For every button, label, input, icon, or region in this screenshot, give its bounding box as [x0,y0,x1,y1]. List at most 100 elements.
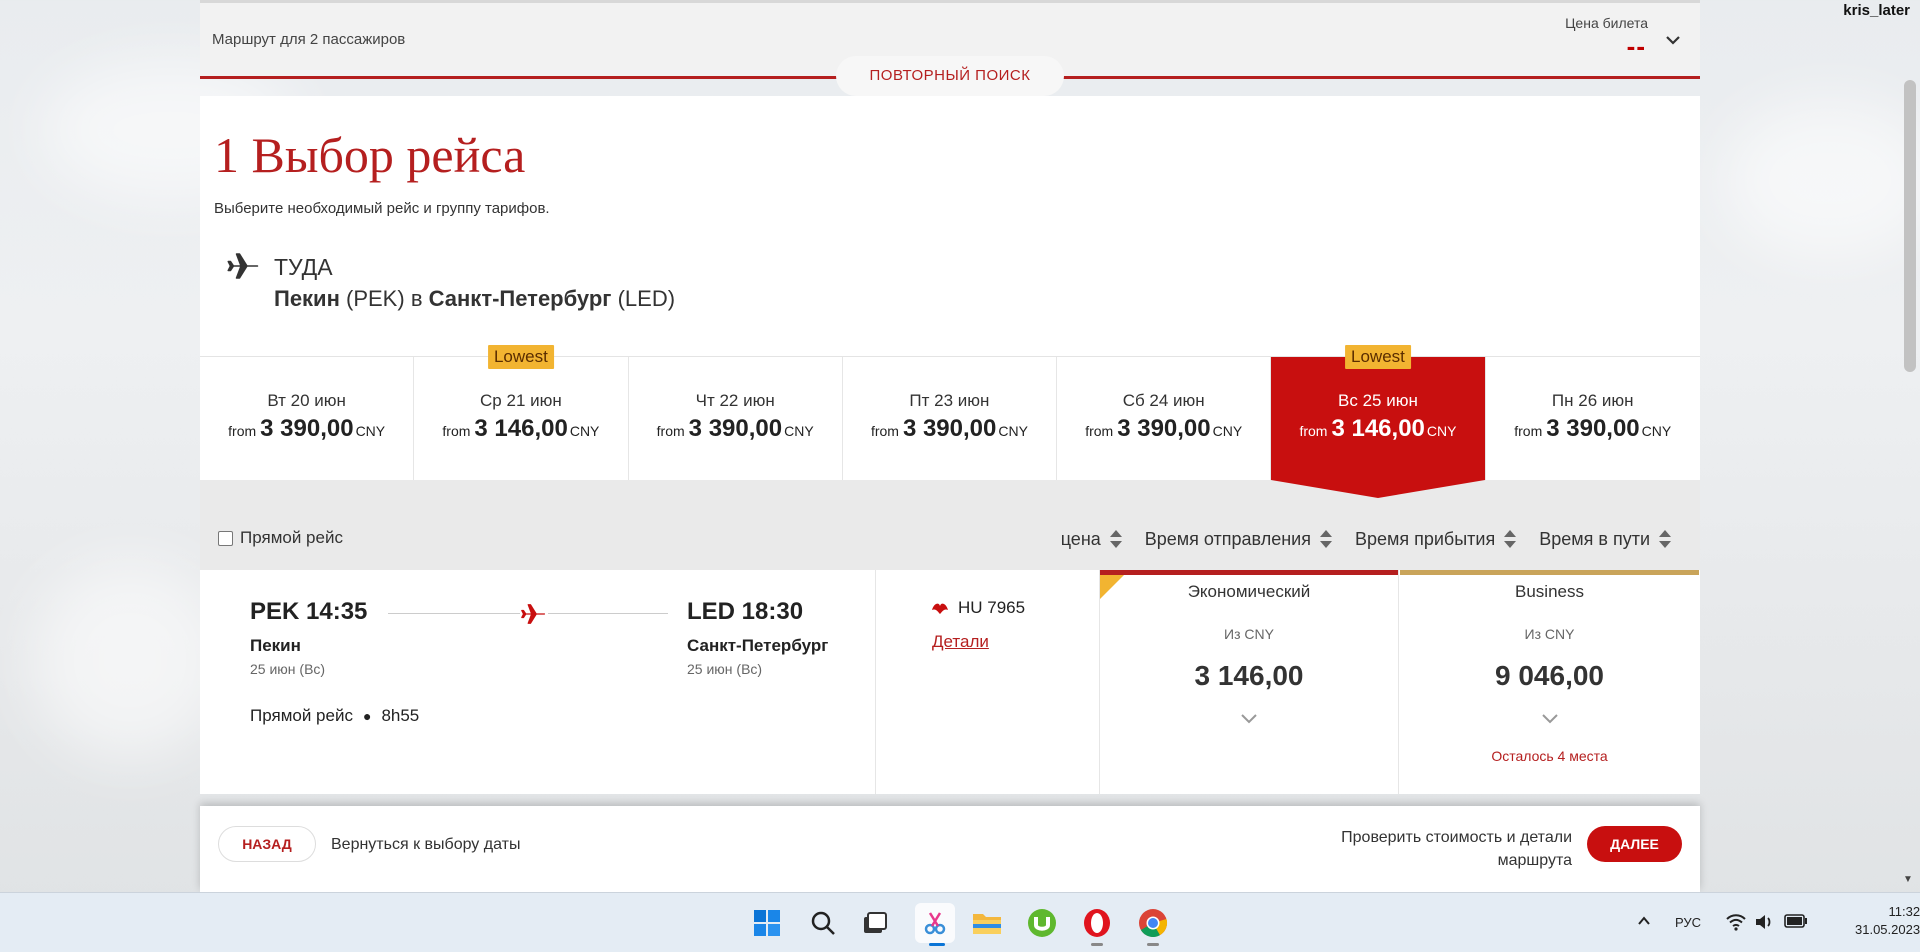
chevron-up-icon[interactable] [1636,913,1652,929]
date-option-2[interactable]: Чт 22 июн from 3 390,00 CNY [629,357,843,481]
fare-business[interactable]: Business Из CNY 9 046,00 Осталось 4 мест… [1400,570,1699,794]
page-subtitle: Выберите необходимый рейс и группу тариф… [214,200,550,217]
file-explorer-icon[interactable] [971,907,1003,939]
carrier-info: HU 7965 [930,598,1025,618]
price-currency: CNY [355,423,386,439]
arrival-time: LED 18:30 [687,598,804,625]
ticket-price-value: -- [1626,31,1646,61]
date-label: Пн 26 июн [1551,391,1634,410]
utorrent-icon[interactable] [1026,907,1058,939]
date-label: Вс 25 июн [1338,391,1418,410]
price-amount: 3 146,00 [474,415,568,442]
price-currency: CNY [1212,423,1243,439]
fare-color-bar [1100,570,1398,575]
date-price: from 3 146,00 CNY [1271,415,1484,443]
date-price: from 3 146,00 CNY [414,415,627,443]
direct-flight-text: Прямой рейс [250,706,353,725]
direct-flight-checkbox[interactable]: Прямой рейс [218,528,343,548]
next-button[interactable]: ДАЛЕЕ [1587,826,1682,862]
price-from: from [1299,423,1328,439]
lowest-badge: Lowest [1345,345,1411,369]
fare-name: Экономический [1187,582,1311,601]
chevron-down-icon[interactable] [1540,712,1560,726]
chevron-down-icon[interactable] [1239,712,1259,726]
date-price: from 3 390,00 CNY [1486,415,1700,443]
sort-by-price[interactable]: цена [1061,528,1123,550]
direct-flight-label: Прямой рейс [240,528,343,547]
fare-amount: 9 046,00 [1495,660,1604,691]
language-indicator[interactable]: РУС [1675,915,1701,930]
fare-from-label: Из CNY [1224,626,1274,642]
date-option-5[interactable]: Lowest Вс 25 июн from 3 146,00 CNY [1271,345,1486,481]
wifi-icon[interactable] [1726,913,1746,931]
search-icon[interactable] [807,907,839,939]
check-details-text: Проверить стоимость и детали маршрута [1341,829,1572,869]
destination-city: Санкт-Петербург [428,286,612,311]
date-option-6[interactable]: Пн 26 июн from 3 390,00 CNY [1486,357,1700,481]
fare-amount: 3 146,00 [1194,660,1304,691]
price-from: from [442,423,471,439]
fare-economy[interactable]: Экономический Из CNY 3 146,00 [1100,570,1399,794]
running-app-indicator [1147,943,1159,946]
volume-icon[interactable] [1754,913,1774,931]
date-label: Вт 20 июн [267,391,346,410]
repeat-search-button[interactable]: ПОВТОРНЫЙ ПОИСК [836,56,1064,96]
flight-duration: 8h55 [381,706,420,725]
date-label: Сб 24 июн [1122,391,1205,410]
price-currency: CNY [998,423,1028,439]
opera-icon[interactable] [1081,907,1113,939]
chevron-down-icon[interactable] [1664,31,1682,49]
clock-date: 31.05.2023 [1855,922,1920,937]
task-view-icon[interactable] [859,907,891,939]
origin-city: Пекин [274,286,340,311]
date-label: Пт 23 июн [909,391,990,410]
sort-by-arrival[interactable]: Время прибытия [1355,528,1517,550]
sort-arrows-icon [1319,530,1332,548]
sort-arrows-icon [1504,530,1517,548]
airline-logo-icon [932,603,948,614]
price-from: from [228,423,257,439]
ticket-price-label: Цена билета [1565,15,1648,31]
price-amount: 3 390,00 [688,415,783,442]
route-description: Пекин (PEK) в Санкт-Петербург (LED) [274,286,675,312]
battery-icon[interactable] [1784,914,1808,928]
date-option-3[interactable]: Пт 23 июн from 3 390,00 CNY [843,357,1058,481]
date-option-4[interactable]: Сб 24 июн from 3 390,00 CNY [1057,357,1272,481]
price-from: from [1085,423,1114,439]
snipping-tool-icon[interactable] [915,903,955,943]
date-option-1[interactable]: Lowest Ср 21 июн from 3 146,00 CNY [414,345,629,481]
airplane-icon [227,253,259,279]
active-date-pointer [1271,480,1485,498]
chrome-icon[interactable] [1137,907,1169,939]
separator-dot: ● [362,708,372,724]
sort-by-departure[interactable]: Время отправления [1145,528,1333,550]
date-option-0[interactable]: Вт 20 июн from 3 390,00 CNY [200,357,415,481]
date-price: from 3 390,00 CNY [1057,415,1270,443]
date-price: from 3 390,00 CNY [200,415,413,443]
date-selector: Вт 20 июн from 3 390,00 CNY Lowest Ср 21 и… [200,345,1700,481]
back-button[interactable]: НАЗАД [218,826,316,862]
price-from: from [870,423,899,439]
fare-from-label: Из CNY [1524,626,1575,642]
price-amount: 3 390,00 [902,415,997,442]
date-label: Чт 22 июн [695,391,775,410]
scrollbar-thumb[interactable] [1904,80,1916,372]
lowest-badge: Lowest [487,345,554,369]
price-amount: 3 390,00 [1117,415,1211,442]
arrival-city: Санкт-Петербург [687,636,829,655]
route-connector: в [410,286,423,311]
checkbox-box[interactable] [218,530,233,546]
running-app-indicator [1091,943,1103,946]
scroll-down-arrow[interactable]: ▼ [1903,874,1913,885]
flight-number: HU 7965 [958,598,1026,617]
details-link[interactable]: Детали [932,632,989,652]
price-currency: CNY [784,423,814,439]
price-currency: CNY [1641,423,1672,439]
sort-options: цена Время отправления Время прибытия Вр… [1061,528,1672,550]
sort-by-duration[interactable]: Время в пути [1539,528,1672,550]
start-icon[interactable] [751,907,783,939]
price-amount: 3 390,00 [1546,415,1640,442]
active-app-indicator [929,943,945,946]
clock[interactable]: 11:32 31.05.2023 [1855,903,1920,939]
date-price: from 3 390,00 CNY [629,415,842,443]
